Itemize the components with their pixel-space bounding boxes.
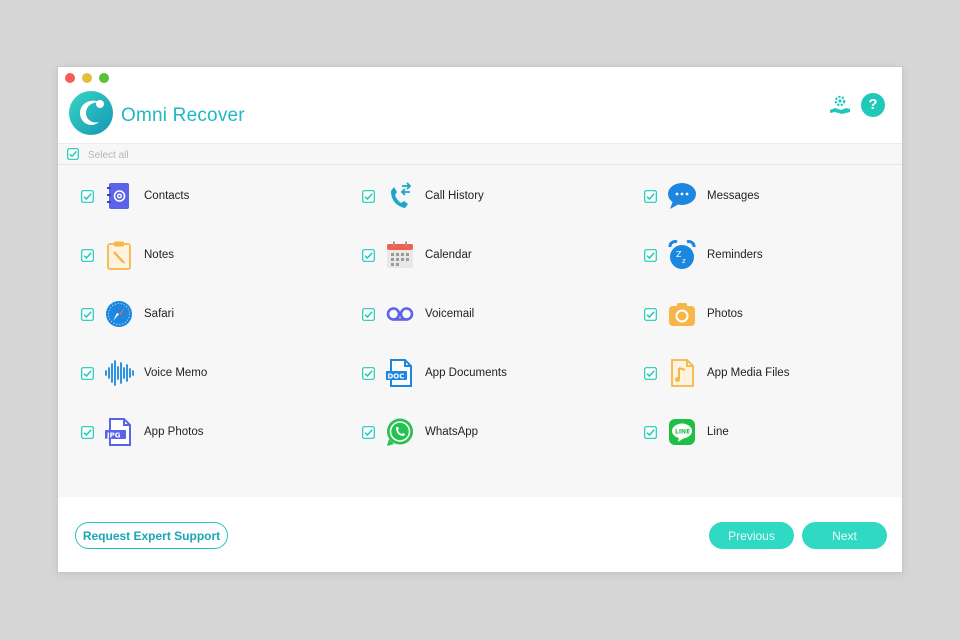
item-label: App Media Files (707, 367, 790, 379)
select-all-checkbox[interactable] (67, 148, 79, 160)
svg-text:DOC: DOC (388, 373, 405, 381)
item-label: Safari (144, 308, 175, 320)
item-checkbox[interactable] (362, 189, 375, 203)
item-checkbox[interactable] (81, 307, 94, 321)
item-label: Reminders (707, 249, 763, 261)
item-label: Calendar (425, 249, 472, 261)
jpg-file-icon: JPG (104, 417, 134, 447)
item-reminders[interactable]: Zz Reminders (644, 238, 902, 272)
item-app-photos[interactable]: JPG App Photos (81, 415, 341, 449)
item-checkbox[interactable] (644, 425, 657, 439)
zoom-window-button[interactable] (99, 73, 109, 83)
item-label: Line (707, 426, 729, 438)
item-checkbox[interactable] (362, 307, 375, 321)
item-checkbox[interactable] (362, 248, 375, 262)
svg-text:LINE: LINE (675, 429, 690, 436)
chat-bubble-icon (667, 181, 697, 211)
item-checkbox[interactable] (644, 189, 657, 203)
calendar-icon (385, 240, 415, 270)
hand-gear-icon[interactable] (828, 93, 852, 117)
item-notes[interactable]: Notes (81, 238, 341, 272)
phone-call-icon (385, 181, 415, 211)
svg-text:z: z (682, 257, 686, 265)
line-icon: LINE (667, 417, 697, 447)
item-label: App Photos (144, 426, 204, 438)
data-type-list: Contacts Call History Messages Notes Cal… (58, 165, 902, 497)
item-label: Contacts (144, 190, 190, 202)
footer-bar: Request Expert Support Previous Next (58, 497, 902, 572)
window-controls (65, 73, 109, 83)
media-file-icon (667, 358, 697, 388)
item-voice-memo[interactable]: Voice Memo (81, 356, 341, 390)
item-checkbox[interactable] (81, 425, 94, 439)
item-label: Photos (707, 308, 743, 320)
item-label: Notes (144, 249, 175, 261)
item-photos[interactable]: Photos (644, 297, 902, 331)
doc-file-icon: DOC (385, 358, 415, 388)
item-label: Call History (425, 190, 484, 202)
omni-recover-logo-icon (66, 87, 116, 137)
voicemail-icon (385, 299, 415, 329)
item-checkbox[interactable] (644, 307, 657, 321)
item-call-history[interactable]: Call History (362, 179, 622, 213)
item-checkbox[interactable] (81, 366, 94, 380)
item-messages[interactable]: Messages (644, 179, 902, 213)
item-contacts[interactable]: Contacts (81, 179, 341, 213)
alarm-clock-icon: Zz (667, 240, 697, 270)
select-all-label: Select all (88, 150, 129, 161)
notes-clipboard-icon (104, 240, 134, 270)
previous-button[interactable]: Previous (709, 522, 794, 549)
item-checkbox[interactable] (644, 366, 657, 380)
item-checkbox[interactable] (81, 189, 94, 203)
item-line[interactable]: LINE Line (644, 415, 902, 449)
item-voicemail[interactable]: Voicemail (362, 297, 622, 331)
item-label: Messages (707, 190, 760, 202)
compass-icon (104, 299, 134, 329)
item-checkbox[interactable] (81, 248, 94, 262)
item-app-documents[interactable]: DOC App Documents (362, 356, 622, 390)
item-checkbox[interactable] (362, 366, 375, 380)
item-safari[interactable]: Safari (81, 297, 341, 331)
next-button[interactable]: Next (802, 522, 887, 549)
item-calendar[interactable]: Calendar (362, 238, 622, 272)
contacts-book-icon (104, 181, 134, 211)
item-app-media-files[interactable]: App Media Files (644, 356, 902, 390)
item-label: Voice Memo (144, 367, 208, 379)
item-whatsapp[interactable]: WhatsApp (362, 415, 622, 449)
app-title: Omni Recover (121, 105, 245, 126)
whatsapp-icon (385, 417, 415, 447)
item-label: App Documents (425, 367, 507, 379)
request-expert-support-button[interactable]: Request Expert Support (75, 522, 228, 549)
soundwave-icon (104, 358, 134, 388)
close-window-button[interactable] (65, 73, 75, 83)
item-label: WhatsApp (425, 426, 479, 438)
app-window: Omni Recover ? Select all Contacts Call … (57, 66, 903, 573)
minimize-window-button[interactable] (82, 73, 92, 83)
select-all-bar: Select all (58, 143, 902, 165)
item-label: Voicemail (425, 308, 475, 320)
svg-text:JPG: JPG (106, 432, 121, 440)
camera-icon (667, 299, 697, 329)
item-checkbox[interactable] (362, 425, 375, 439)
help-button[interactable]: ? (861, 93, 885, 117)
item-checkbox[interactable] (644, 248, 657, 262)
